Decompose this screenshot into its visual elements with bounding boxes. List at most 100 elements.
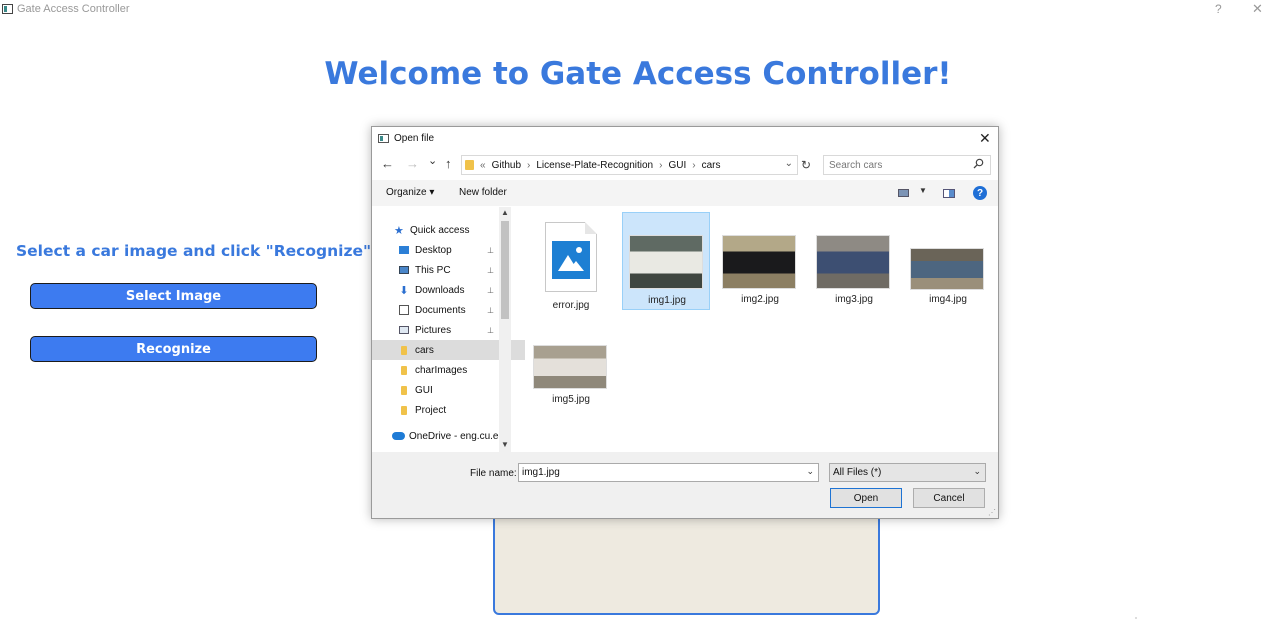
app-icon: [2, 4, 13, 14]
pin-icon: ⊥: [487, 325, 494, 335]
preview-pane-icon[interactable]: [943, 189, 955, 198]
close-icon[interactable]: ✕: [1252, 1, 1263, 17]
chevron-down-icon[interactable]: ⌄: [973, 466, 981, 477]
folder-icon: [401, 405, 407, 415]
sidebar-item-label: This PC: [415, 264, 451, 276]
forward-arrow-icon[interactable]: →: [406, 156, 419, 171]
dialog-app-icon: [378, 134, 389, 143]
chevron-down-icon[interactable]: ⌄: [785, 158, 793, 169]
image-thumbnail: [722, 235, 796, 289]
breadcrumb-gui[interactable]: GUI: [668, 160, 686, 171]
folder-icon: [401, 385, 407, 395]
open-file-dialog: Open file ✕ ← → ⌄ ↑ « Github › License-P…: [371, 126, 999, 519]
file-name: img1.jpg: [648, 295, 686, 306]
help-icon[interactable]: ?: [973, 186, 987, 200]
resize-grip-icon[interactable]: ⋰: [988, 508, 996, 517]
sidebar-item-label: GUI: [415, 384, 433, 396]
file-item-img3[interactable]: img3.jpg: [810, 212, 898, 310]
pin-icon: ⊥: [487, 265, 494, 275]
back-arrow-icon[interactable]: ←: [381, 156, 394, 171]
download-icon: ⬇: [399, 284, 409, 297]
help-icon[interactable]: ?: [1215, 2, 1222, 16]
file-item-img5[interactable]: img5.jpg: [527, 325, 615, 423]
select-image-button[interactable]: Select Image: [30, 283, 317, 309]
navigation-pane: ★ Quick access Desktop ⊥ This PC ⊥ ⬇ Dow…: [372, 207, 525, 452]
scroll-up-icon[interactable]: ▲: [501, 208, 509, 217]
file-name: img4.jpg: [929, 294, 967, 305]
broken-image-icon: [545, 222, 597, 292]
image-thumbnail: [533, 345, 607, 389]
search-icon[interactable]: [973, 158, 984, 172]
scrollbar-thumb[interactable]: [501, 221, 509, 319]
address-bar[interactable]: « Github › License-Plate-Recognition › G…: [461, 155, 798, 175]
breadcrumb-overflow-icon[interactable]: «: [480, 160, 486, 171]
recent-locations-icon[interactable]: ⌄: [428, 154, 437, 167]
scroll-down-icon[interactable]: ▼: [501, 440, 509, 449]
cancel-button[interactable]: Cancel: [913, 488, 985, 508]
chevron-right-icon[interactable]: ›: [692, 160, 695, 171]
pin-icon: ⊥: [487, 305, 494, 315]
image-thumbnail: [629, 235, 703, 289]
sidebar-item-onedrive[interactable]: OneDrive - eng.cu.ec: [372, 426, 518, 446]
computer-icon: [399, 266, 409, 274]
dialog-close-icon[interactable]: ✕: [979, 130, 991, 147]
file-name: img2.jpg: [741, 294, 779, 305]
breadcrumb-cars[interactable]: cars: [702, 160, 721, 171]
up-arrow-icon[interactable]: ↑: [445, 156, 452, 171]
file-item-img1[interactable]: img1.jpg: [622, 212, 710, 310]
new-folder-button[interactable]: New folder: [459, 187, 507, 198]
file-item-img4[interactable]: img4.jpg: [904, 212, 992, 310]
pin-icon: ⊥: [487, 245, 494, 255]
sidebar-item-quick-access[interactable]: ★ Quick access: [372, 220, 520, 240]
search-input[interactable]: Search cars: [823, 155, 991, 175]
sidebar-item-label: Project: [415, 404, 447, 416]
file-item-img2[interactable]: img2.jpg: [716, 212, 804, 310]
document-icon: [399, 305, 409, 315]
breadcrumb-license-plate-recognition[interactable]: License-Plate-Recognition: [536, 160, 653, 171]
open-button[interactable]: Open: [830, 488, 902, 508]
sidebar-item-label: charImages: [415, 364, 468, 376]
view-dropdown-icon[interactable]: ▼: [919, 186, 927, 195]
sidebar-item-label: Quick access: [410, 224, 470, 236]
pin-icon: ⊥: [487, 285, 494, 295]
dialog-footer: File name: img1.jpg ⌄ All Files (*) ⌄ Op…: [372, 452, 998, 518]
file-list: error.jpg img1.jpg img2.jpg img3.jpg img…: [513, 207, 998, 452]
organize-button[interactable]: Organize ▾: [386, 187, 434, 198]
folder-icon: [465, 160, 474, 170]
image-thumbnail: [816, 235, 890, 289]
file-name-label: File name:: [470, 468, 517, 479]
sidebar-item-label: Documents: [415, 304, 466, 316]
star-icon: ★: [394, 224, 404, 237]
file-name-input[interactable]: img1.jpg ⌄: [518, 463, 819, 482]
file-name: img5.jpg: [552, 394, 590, 405]
file-name: error.jpg: [552, 300, 590, 311]
file-type-value: All Files (*): [833, 467, 882, 478]
desktop-icon: [399, 246, 409, 254]
chevron-down-icon[interactable]: ⌄: [806, 466, 814, 477]
search-placeholder: Search cars: [829, 159, 883, 171]
sidebar-item-label: OneDrive - eng.cu.ec: [409, 430, 504, 442]
pictures-icon: [399, 326, 409, 334]
instruction-text: Select a car image and click "Recognize": [16, 242, 372, 260]
window-title: Gate Access Controller: [17, 3, 130, 15]
sidebar-item-label: Downloads: [415, 284, 465, 296]
sidebar-item-label: Pictures: [415, 324, 452, 336]
sidebar-item-label: Desktop: [415, 244, 452, 256]
folder-icon: [401, 345, 407, 355]
dialog-title: Open file: [394, 133, 435, 144]
welcome-heading: Welcome to Gate Access Controller!: [324, 56, 952, 92]
sidebar-item-label: cars: [415, 344, 434, 356]
view-options-icon[interactable]: [898, 189, 909, 197]
chevron-right-icon[interactable]: ›: [527, 160, 530, 171]
folder-icon: [401, 365, 407, 375]
window-titlebar: Gate Access Controller ? ✕: [0, 0, 1280, 20]
file-item-error[interactable]: error.jpg: [527, 212, 615, 311]
image-preview-panel: [493, 505, 880, 615]
file-type-select[interactable]: All Files (*) ⌄: [829, 463, 986, 482]
chevron-right-icon[interactable]: ›: [659, 160, 662, 171]
cloud-icon: [392, 432, 405, 440]
refresh-icon[interactable]: ↻: [801, 158, 811, 172]
sidebar-scrollbar[interactable]: ▲ ▼: [499, 207, 511, 452]
breadcrumb-github[interactable]: Github: [492, 160, 521, 171]
recognize-button[interactable]: Recognize: [30, 336, 317, 362]
